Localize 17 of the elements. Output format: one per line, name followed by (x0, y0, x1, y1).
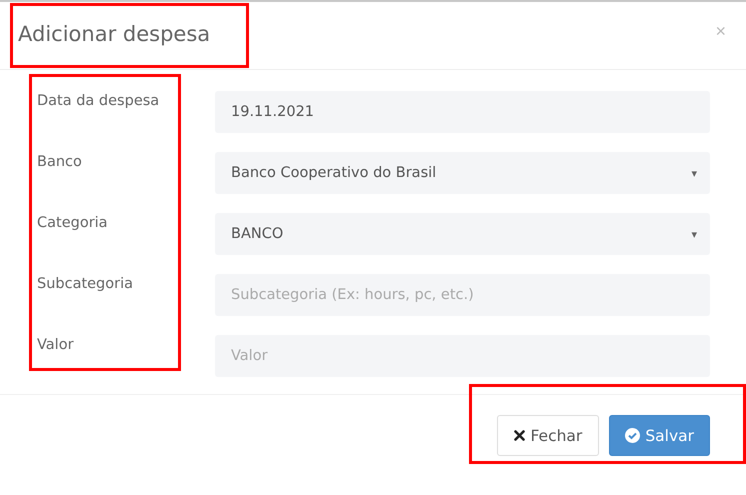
field-label: Categoria (37, 214, 109, 233)
close-button[interactable]: Fechar (497, 415, 600, 456)
save-button[interactable]: Salvar (609, 415, 710, 456)
caret-icon: ▾ (691, 166, 697, 180)
caret-icon: ▾ (691, 228, 697, 240)
dialog-title: Adicionar despesa (18, 22, 210, 46)
input-field[interactable]: Valor (215, 335, 710, 377)
input-field[interactable]: Subcategoria (Ex: hours, pc, etc.) (215, 274, 710, 316)
field-label: Banco (37, 153, 83, 172)
close-icon (514, 430, 526, 441)
select-field[interactable]: Banco Cooperativo do Brasil ▾ (215, 152, 710, 194)
check-circle-icon (625, 428, 640, 443)
input-field[interactable]: 19.11.2021 (215, 91, 710, 133)
select-field[interactable]: BANCO ▾ (215, 213, 710, 255)
field-label: Data da despesa (37, 92, 160, 111)
field-label: Subcategoria (37, 275, 134, 294)
field-label: Valor (37, 336, 75, 355)
